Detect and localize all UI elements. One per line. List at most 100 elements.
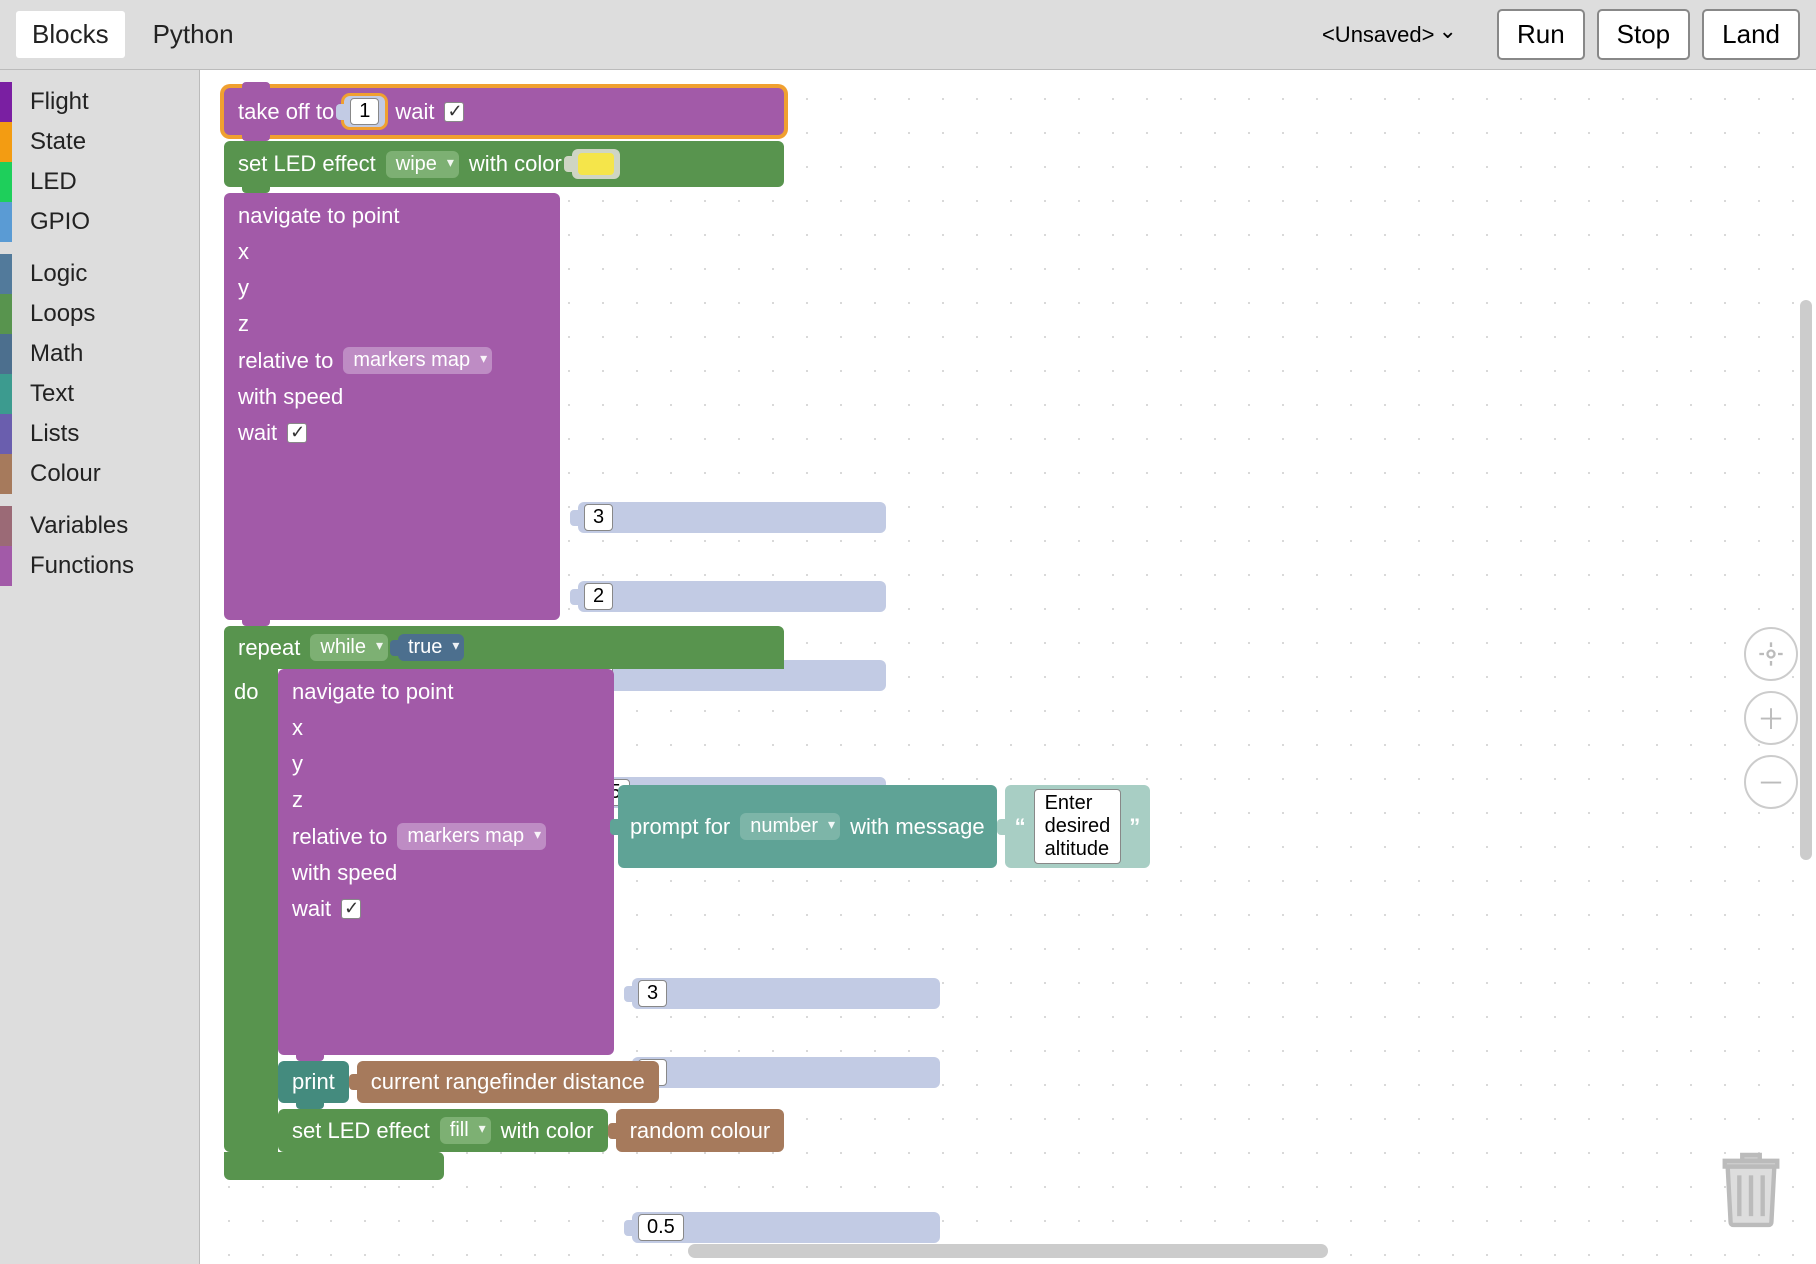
repeat-header[interactable]: repeat while true — [224, 626, 784, 669]
print-label: print — [292, 1069, 335, 1095]
nav1-x-label: x — [238, 239, 249, 265]
led1-withcolor-label: with color — [469, 151, 562, 177]
category-label: LED — [30, 168, 77, 196]
repeat-label: repeat — [238, 635, 300, 661]
category-text[interactable]: Text — [0, 374, 199, 414]
block-led-fill[interactable]: set LED effect fill with color — [278, 1109, 608, 1152]
nav2-wait-checkbox[interactable] — [341, 899, 361, 919]
category-logic[interactable]: Logic — [0, 254, 199, 294]
category-label: State — [30, 128, 86, 156]
random-colour-label: random colour — [630, 1118, 771, 1144]
led2-label: set LED effect — [292, 1118, 430, 1144]
zoom-out-button[interactable]: － — [1744, 755, 1798, 809]
trash-icon[interactable] — [1716, 1145, 1786, 1234]
category-label: Loops — [30, 300, 95, 328]
category-flight[interactable]: Flight — [0, 82, 199, 122]
rangefinder-label: current rangefinder distance — [371, 1069, 645, 1095]
takeoff-altitude-value: 1 — [350, 98, 379, 125]
nav1-y-slot[interactable]: 2 — [578, 581, 886, 612]
open-quote-icon: “ — [1015, 814, 1026, 840]
category-toolbox: Flight State LED GPIO Logic Loops Math Text List… — [0, 70, 200, 1264]
takeoff-wait-label: wait — [395, 99, 434, 125]
block-rangefinder[interactable]: current rangefinder distance — [357, 1061, 659, 1103]
tab-blocks[interactable]: Blocks — [16, 11, 125, 58]
block-print[interactable]: print — [278, 1061, 349, 1103]
category-label: Text — [30, 380, 74, 408]
nav1-speed-label: with speed — [238, 384, 343, 410]
prompt-type-dropdown[interactable]: number — [740, 813, 840, 840]
category-gpio[interactable]: GPIO — [0, 202, 199, 242]
repeat-tail — [224, 1152, 444, 1180]
blocks-layer: take off to 1 wait set LED effect wipe w… — [200, 70, 1816, 1264]
nav1-x-value: 3 — [584, 504, 613, 531]
block-navigate-2[interactable]: navigate to point x y z relative to mark… — [278, 669, 614, 1055]
zoom-in-button[interactable]: ＋ — [1744, 691, 1798, 745]
category-label: Math — [30, 340, 83, 368]
category-variables[interactable]: Variables — [0, 506, 199, 546]
category-functions[interactable]: Functions — [0, 546, 199, 586]
workspace-controls: ＋ － — [1744, 627, 1798, 809]
block-prompt[interactable]: prompt for number with message — [618, 785, 997, 868]
nav1-wait-checkbox[interactable] — [287, 423, 307, 443]
nav2-speed-label: with speed — [292, 860, 397, 886]
category-state[interactable]: State — [0, 122, 199, 162]
nav2-speed-slot[interactable]: 0.5 — [632, 1212, 940, 1243]
category-swatch — [0, 414, 12, 454]
category-loops[interactable]: Loops — [0, 294, 199, 334]
category-label: Logic — [30, 260, 87, 288]
prompt-label: prompt for — [630, 814, 730, 840]
file-select[interactable]: <Unsaved> — [1312, 16, 1465, 53]
nav2-rel-dropdown[interactable]: markers map — [397, 823, 546, 850]
workspace[interactable]: take off to 1 wait set LED effect wipe w… — [200, 70, 1816, 1264]
land-button[interactable]: Land — [1702, 9, 1800, 60]
takeoff-wait-checkbox[interactable] — [444, 102, 464, 122]
led1-color-slot[interactable] — [572, 149, 620, 179]
nav1-wait-label: wait — [238, 420, 277, 446]
nav2-speed-value: 0.5 — [638, 1214, 684, 1241]
block-navigate-1[interactable]: navigate to point x y z relative to mark… — [224, 193, 560, 620]
nav2-wait-label: wait — [292, 896, 331, 922]
category-swatch — [0, 254, 12, 294]
tab-python[interactable]: Python — [137, 11, 250, 58]
repeat-mode-dropdown[interactable]: while — [310, 634, 388, 661]
nav1-x-slot[interactable]: 3 — [578, 502, 886, 533]
block-string-literal[interactable]: “ Enter desired altitude ” — [1005, 785, 1151, 868]
nav1-rel-dropdown[interactable]: markers map — [343, 347, 492, 374]
nav2-y-slot[interactable]: 2 — [632, 1057, 940, 1088]
prompt-msg-value[interactable]: Enter desired altitude — [1034, 789, 1122, 864]
category-label: Lists — [30, 420, 79, 448]
block-stack: take off to 1 wait set LED effect wipe w… — [224, 88, 784, 1180]
run-button[interactable]: Run — [1497, 9, 1585, 60]
takeoff-altitude-slot[interactable]: 1 — [344, 96, 385, 127]
category-led[interactable]: LED — [0, 162, 199, 202]
nav2-rel-label: relative to — [292, 824, 387, 850]
nav2-x-label: x — [292, 715, 303, 741]
block-repeat[interactable]: repeat while true do navigate to point x… — [224, 626, 784, 1180]
category-colour[interactable]: Colour — [0, 454, 199, 494]
category-math[interactable]: Math — [0, 334, 199, 374]
center-view-button[interactable] — [1744, 627, 1798, 681]
nav2-z-label: z — [292, 787, 303, 813]
nav1-title: navigate to point — [238, 203, 399, 229]
main-area: Flight State LED GPIO Logic Loops Math Text List… — [0, 70, 1816, 1264]
close-quote-icon: ” — [1129, 814, 1140, 840]
led1-effect-dropdown[interactable]: wipe — [386, 151, 459, 178]
category-swatch — [0, 82, 12, 122]
nav1-y-label: y — [238, 275, 249, 301]
category-swatch — [0, 454, 12, 494]
led2-effect-dropdown[interactable]: fill — [440, 1117, 491, 1144]
led1-label: set LED effect — [238, 151, 376, 177]
nav2-x-slot[interactable]: 3 — [632, 978, 940, 1009]
takeoff-label: take off to — [238, 99, 334, 125]
repeat-cond-dropdown[interactable]: true — [398, 634, 464, 661]
block-random-colour[interactable]: random colour — [616, 1109, 785, 1152]
file-select-wrap: <Unsaved> — [1312, 16, 1465, 53]
block-led-wipe[interactable]: set LED effect wipe with color — [224, 141, 784, 187]
horizontal-scrollbar[interactable] — [688, 1244, 1328, 1258]
category-swatch — [0, 546, 12, 586]
stop-button[interactable]: Stop — [1597, 9, 1691, 60]
category-swatch — [0, 202, 12, 242]
category-lists[interactable]: Lists — [0, 414, 199, 454]
category-label: Variables — [30, 512, 128, 540]
block-takeoff[interactable]: take off to 1 wait — [224, 88, 784, 135]
